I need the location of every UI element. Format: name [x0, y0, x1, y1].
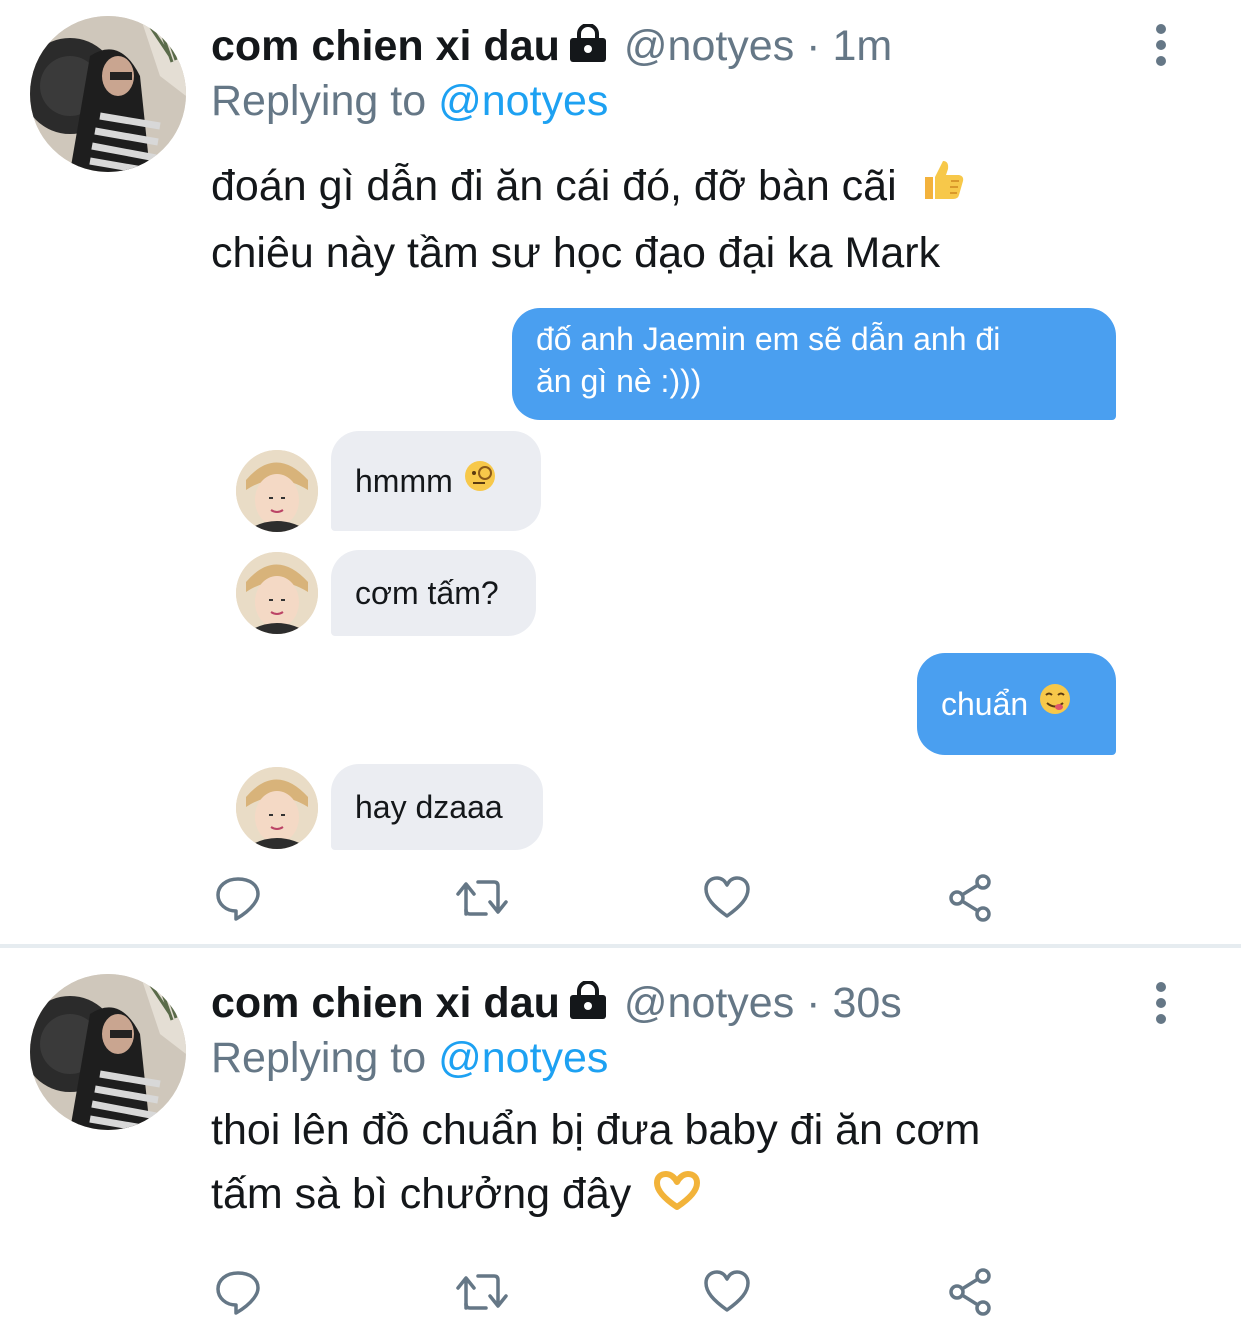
- tweet-header: com chien xi dau @notyes · 1m: [211, 18, 892, 74]
- tweet-text: đoán gì dẫn đi ăn cái đó, đỡ bàn cãi chi…: [211, 154, 1171, 285]
- more-options-icon[interactable]: [1146, 980, 1176, 1026]
- tweet-actions: [0, 868, 1241, 928]
- retweet-icon[interactable]: [452, 1262, 512, 1322]
- chat-contact-avatar: [236, 767, 318, 849]
- timestamp[interactable]: 30s: [832, 979, 901, 1027]
- more-options-icon[interactable]: [1146, 22, 1176, 68]
- replying-prefix: Replying to: [211, 1034, 427, 1082]
- share-icon[interactable]: [940, 1262, 1000, 1322]
- chat-text: hmmm: [355, 463, 453, 499]
- lock-icon: [568, 979, 608, 1019]
- tweet-text-line: thoi lên đồ chuẩn bị đưa baby đi ăn cơm: [211, 1106, 981, 1154]
- chat-text: đố anh Jaemin em sẽ dẫn anh đi: [536, 321, 1001, 357]
- tweet[interactable]: com chien xi dau @notyes · 1m Replying to…: [0, 0, 1241, 946]
- tweet-actions: [0, 1262, 1241, 1322]
- tweet[interactable]: com chien xi dau @notyes · 30s Replying t…: [0, 948, 1241, 1340]
- user-handle[interactable]: @notyes: [624, 979, 794, 1027]
- timestamp[interactable]: 1m: [832, 22, 892, 70]
- chat-bubble-outgoing: chuẩn: [917, 653, 1116, 755]
- replying-prefix: Replying to: [211, 77, 427, 125]
- lock-icon: [568, 22, 608, 62]
- tweet-header: com chien xi dau @notyes · 30s: [211, 975, 902, 1031]
- tweet-text: thoi lên đồ chuẩn bị đưa baby đi ăn cơm …: [211, 1098, 1171, 1229]
- tweet-text-line: chiêu này tầm sư học đạo đại ka Mark: [211, 228, 941, 277]
- chat-bubble-outgoing: đố anh Jaemin em sẽ dẫn anh đi ăn gì nè …: [512, 308, 1116, 420]
- chat-text: chuẩn: [941, 686, 1029, 722]
- display-name[interactable]: com chien xi dau: [211, 22, 560, 70]
- chat-bubble-incoming: hay dzaaa: [331, 764, 543, 850]
- replying-to: Replying to @notyes: [211, 73, 608, 129]
- retweet-icon[interactable]: [452, 868, 512, 928]
- chat-bubble-incoming: hmmm: [331, 431, 541, 531]
- replying-handle-link[interactable]: @notyes: [438, 1034, 608, 1082]
- replying-handle-link[interactable]: @notyes: [438, 77, 608, 125]
- user-handle[interactable]: @notyes: [624, 22, 794, 70]
- chat-contact-avatar: [236, 450, 318, 532]
- display-name[interactable]: com chien xi dau: [211, 979, 560, 1027]
- separator-dot: ·: [806, 22, 821, 70]
- share-icon[interactable]: [940, 868, 1000, 928]
- reply-icon[interactable]: [208, 868, 268, 928]
- thumbs-up-emoji: [919, 157, 965, 221]
- chat-text: ăn gì nè :))): [536, 363, 702, 399]
- chat-text: cơm tấm?: [355, 575, 499, 611]
- user-avatar[interactable]: [30, 974, 186, 1130]
- chat-text: hay dzaaa: [355, 789, 503, 825]
- chat-bubble-incoming: cơm tấm?: [331, 550, 536, 636]
- tweet-text-line: tấm sà bì chưởng đây: [211, 1170, 632, 1218]
- chat-screenshot: đố anh Jaemin em sẽ dẫn anh đi ăn gì nè …: [211, 300, 1141, 860]
- user-avatar[interactable]: [30, 16, 186, 172]
- like-icon[interactable]: [697, 868, 757, 928]
- chat-contact-avatar: [236, 552, 318, 634]
- like-icon[interactable]: [697, 1262, 757, 1322]
- replying-to: Replying to @notyes: [211, 1030, 608, 1086]
- tweet-text-line: đoán gì dẫn đi ăn cái đó, đỡ bàn cãi: [211, 162, 897, 210]
- reply-icon[interactable]: [208, 1262, 268, 1322]
- face-savoring-food-emoji: [1038, 682, 1072, 726]
- heart-hands-emoji: [653, 1165, 701, 1229]
- face-with-monocle-emoji: [463, 459, 497, 503]
- separator-dot: ·: [806, 979, 821, 1027]
